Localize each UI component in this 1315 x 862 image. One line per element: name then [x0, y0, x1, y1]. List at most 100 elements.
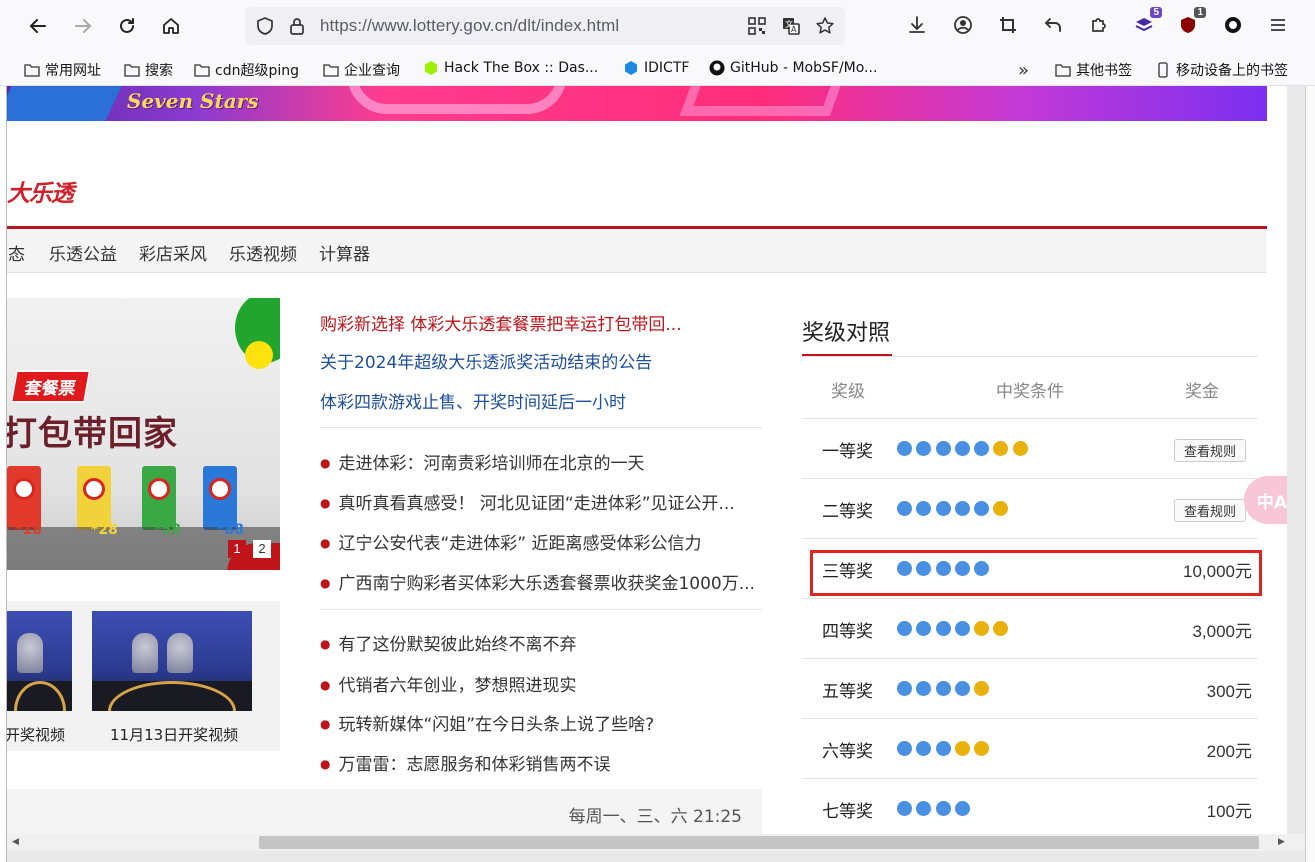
- promo-banner[interactable]: Seven Stars: [7, 86, 1267, 121]
- scroll-right-arrow-icon[interactable]: ▶: [1273, 834, 1290, 851]
- undo-button[interactable]: [1041, 13, 1065, 37]
- video-caption[interactable]: 开奖视频: [7, 724, 65, 745]
- account-button[interactable]: [951, 13, 975, 37]
- news-divider: [320, 609, 762, 610]
- yellow-circle-decoration: [245, 341, 273, 369]
- back-ball-icon: [974, 741, 990, 756]
- bookmark-folder-mobile[interactable]: 移动设备上的书签: [1155, 60, 1288, 80]
- bookmark-label: 搜索: [145, 63, 173, 79]
- prize-level: 四等奖: [822, 622, 873, 642]
- scrollbar-thumb[interactable]: [259, 836, 1259, 849]
- table-row: 二等奖 查看规则: [802, 478, 1258, 538]
- main-nav: 动态 乐透公益 彩店采风 乐透视频 计算器: [7, 229, 1267, 273]
- headline-3[interactable]: 体彩四款游戏止售、开奖时间延后一小时: [320, 388, 626, 413]
- front-ball-icon: [916, 801, 932, 816]
- column-header-condition: 中奖条件: [996, 382, 1064, 402]
- lock-icon[interactable]: [287, 16, 307, 36]
- ublock-button[interactable]: 1: [1176, 7, 1206, 37]
- carousel-page-1[interactable]: 1: [228, 540, 246, 558]
- nav-item-stores[interactable]: 彩店采风: [139, 240, 207, 265]
- ticket-price-label: *28: [91, 522, 118, 538]
- table-row: 七等奖 100元: [802, 778, 1258, 834]
- translate-icon[interactable]: 文A: [781, 16, 801, 36]
- table-row: 六等奖 200元: [802, 718, 1258, 778]
- front-ball-icon: [897, 741, 912, 756]
- view-rules-button[interactable]: 查看规则: [1173, 499, 1246, 522]
- bookmark-star-icon[interactable]: [815, 16, 835, 36]
- bullet-icon: ●: [320, 637, 331, 651]
- site-logo[interactable]: 大乐透: [7, 174, 74, 208]
- bullet-icon: ●: [320, 678, 331, 692]
- front-ball-icon: [935, 501, 951, 516]
- bookmark-label: GitHub - MobSF/Mo...: [730, 60, 878, 76]
- double-chevron-right-icon: »: [1018, 60, 1030, 81]
- list-item[interactable]: ● 玩转新媒体“闪姐”在今日头条上说了些啥?: [320, 710, 654, 735]
- bookmark-hackthebox[interactable]: Hack The Box :: Das...: [423, 60, 598, 76]
- video-caption[interactable]: 11月13日开奖视频: [110, 724, 238, 745]
- url-text[interactable]: https://www.lottery.gov.cn/dlt/index.htm…: [320, 16, 619, 36]
- back-ball-icon: [993, 621, 1009, 636]
- view-rules-button[interactable]: 查看规则: [1173, 439, 1246, 462]
- list-item[interactable]: ● 走进体彩：河南责彩培训师在北京的一天: [320, 449, 644, 474]
- download-button[interactable]: [905, 13, 929, 37]
- front-ball-icon: [954, 621, 970, 636]
- carousel-page-2[interactable]: 2: [253, 540, 271, 558]
- bookmark-folder-other[interactable]: 其他书签: [1055, 60, 1132, 80]
- image-carousel[interactable]: 套餐票 打包带回家 *18 *28 *58 *88 1 2: [7, 298, 280, 570]
- ticket-image: [142, 466, 176, 530]
- circle-extension-button[interactable]: [1221, 13, 1245, 37]
- bookmark-idictf[interactable]: IDICTF: [623, 60, 689, 76]
- list-item[interactable]: ● 真听真看真感受！ 河北见证团“走进体彩”见证公开...: [320, 489, 735, 514]
- purple-extension-button[interactable]: 5: [1132, 7, 1162, 37]
- forward-button[interactable]: [69, 12, 97, 40]
- bullet-icon: ●: [320, 757, 331, 771]
- address-bar[interactable]: https://www.lottery.gov.cn/dlt/index.htm…: [245, 7, 845, 45]
- column-header-prize: 奖金: [1185, 382, 1219, 402]
- shield-icon[interactable]: [255, 16, 275, 36]
- headline-2[interactable]: 关于2024年超级大乐透派奖活动结束的公告: [320, 348, 652, 373]
- scroll-left-arrow-icon[interactable]: ◀: [7, 834, 24, 851]
- front-ball-icon: [897, 681, 912, 696]
- bookmark-folder-company[interactable]: 企业查询: [323, 60, 400, 80]
- video-thumbnail[interactable]: [92, 611, 252, 711]
- horizontal-scrollbar[interactable]: ◀ ▶: [7, 834, 1305, 851]
- prize-amount: 300元: [1206, 682, 1252, 701]
- front-ball-icon: [916, 501, 932, 516]
- video-thumbnail[interactable]: [7, 611, 72, 711]
- menu-button[interactable]: [1266, 13, 1290, 37]
- bookmark-folder-search[interactable]: 搜索: [124, 60, 173, 80]
- bookmark-folder-common[interactable]: 常用网址: [24, 60, 101, 80]
- bookmarks-overflow-button[interactable]: »: [1018, 60, 1029, 81]
- list-item[interactable]: ● 辽宁公安代表“走进体彩” 近距离感受体彩公信力: [320, 529, 702, 554]
- screenshot-button[interactable]: [996, 13, 1020, 37]
- account-icon: [954, 16, 972, 34]
- front-ball-icon: [935, 801, 951, 816]
- qr-code-icon[interactable]: [747, 16, 767, 36]
- home-button[interactable]: [157, 12, 185, 40]
- winning-condition-balls: [897, 441, 1032, 456]
- bookmark-label: 常用网址: [45, 63, 101, 79]
- front-ball-icon: [954, 681, 970, 696]
- bookmark-github[interactable]: GitHub - MobSF/Mo...: [709, 60, 877, 76]
- winning-condition-balls: [897, 801, 974, 816]
- bookmark-folder-cdn[interactable]: cdn超级ping: [194, 60, 299, 80]
- back-button[interactable]: [24, 12, 52, 40]
- folder-icon: [24, 64, 40, 77]
- nav-item-videos[interactable]: 乐透视频: [229, 240, 297, 265]
- nav-item-charity[interactable]: 乐透公益: [49, 240, 117, 265]
- nav-item-calculator[interactable]: 计算器: [319, 240, 370, 265]
- folder-icon: [1055, 64, 1071, 77]
- bullet-icon: ●: [320, 456, 331, 470]
- reload-button[interactable]: [113, 12, 141, 40]
- translate-fab[interactable]: 中A: [1244, 476, 1287, 524]
- list-item[interactable]: ● 广西南宁购彩者买体彩大乐透套餐票收获奖金1000万...: [320, 569, 755, 594]
- front-ball-icon: [916, 741, 932, 756]
- list-item[interactable]: ● 有了这份默契彼此始终不离不弃: [320, 630, 576, 655]
- list-item[interactable]: ● 代销者六年创业，梦想照进现实: [320, 671, 576, 696]
- home-icon: [163, 18, 179, 34]
- nav-item-news[interactable]: 动态: [7, 240, 25, 265]
- extensions-button[interactable]: [1087, 13, 1111, 37]
- idictf-icon: [625, 61, 637, 75]
- list-item[interactable]: ● 万雷雷：志愿服务和体彩销售两不误: [320, 750, 610, 775]
- headline-1[interactable]: 购彩新选择 体彩大乐透套餐票把幸运打包带回...: [320, 310, 682, 335]
